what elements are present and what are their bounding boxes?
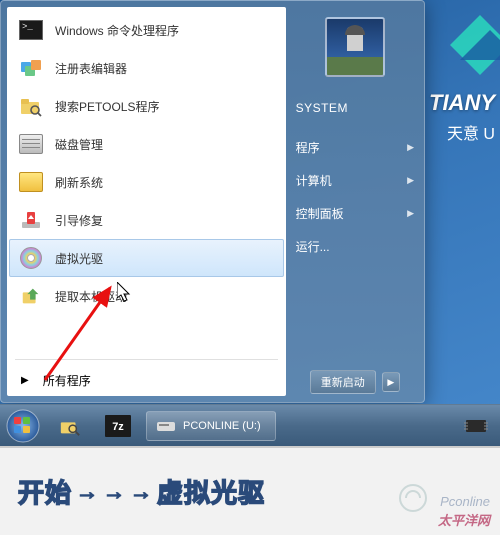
caption-arrow-icon: →	[76, 479, 99, 505]
menu-item-search-petools[interactable]: 搜索PETOOLS程序	[9, 87, 284, 125]
chevron-right-icon: ▶	[407, 175, 414, 186]
menu-item-extract-drivers[interactable]: 提取本机驱动	[9, 277, 284, 315]
menu-item-boot-repair[interactable]: 引导修复	[9, 201, 284, 239]
cmd-icon	[17, 16, 45, 44]
menu-item-cmd[interactable]: Windows 命令处理程序	[9, 11, 284, 49]
taskbar-search-icon[interactable]	[48, 411, 92, 441]
menu-item-label: 提取本机驱动	[55, 288, 127, 305]
link-programs[interactable]: 程序 ▶	[296, 131, 414, 164]
registry-icon	[17, 54, 45, 82]
decorative-triangles	[440, 5, 500, 85]
restart-options-button[interactable]: ▶	[382, 372, 400, 392]
link-run[interactable]: 运行...	[296, 230, 414, 263]
link-label: 运行...	[296, 238, 330, 255]
taskbar-task-pconline[interactable]: PCONLINE (U:)	[146, 411, 276, 441]
menu-item-label: Windows 命令处理程序	[55, 22, 179, 39]
restart-button[interactable]: 重新启动	[310, 370, 376, 394]
tray-chip-icon[interactable]	[462, 417, 490, 435]
menu-item-regedit[interactable]: 注册表编辑器	[9, 49, 284, 87]
extract-icon	[17, 282, 45, 310]
cd-icon	[17, 244, 45, 272]
caption-start: 开始	[18, 473, 72, 510]
triangle-right-icon: ▶	[21, 375, 29, 386]
disk-icon	[17, 130, 45, 158]
taskbar-7z-icon[interactable]: 7z	[96, 411, 140, 441]
menu-item-refresh-system[interactable]: 刷新系统	[9, 163, 284, 201]
separator	[15, 359, 278, 360]
all-programs-label: 所有程序	[43, 372, 91, 389]
menu-item-virtual-cd[interactable]: 虚拟光驱	[9, 239, 284, 277]
link-computer[interactable]: 计算机 ▶	[296, 164, 414, 197]
boot-repair-icon	[17, 206, 45, 234]
brand-subtitle: 天意 U	[447, 120, 495, 144]
svg-text:7z: 7z	[112, 421, 124, 433]
link-label: 计算机	[296, 172, 332, 189]
chevron-right-icon: ▶	[407, 208, 414, 219]
menu-item-disk-mgmt[interactable]: 磁盘管理	[9, 125, 284, 163]
user-picture[interactable]	[325, 17, 385, 77]
folder-icon	[17, 168, 45, 196]
menu-item-label: 刷新系统	[55, 174, 103, 191]
watermark-logo-icon	[398, 483, 428, 513]
link-label: 控制面板	[296, 205, 344, 222]
caption-bar: 开始 → → → 虚拟光驱 Pconline 太平洋网	[0, 446, 500, 535]
taskbar: 7z PCONLINE (U:)	[0, 404, 500, 446]
start-button[interactable]	[0, 405, 46, 447]
start-menu-left-pane: Windows 命令处理程序 注册表编辑器 搜索PETOOLS程序 磁	[7, 7, 286, 396]
system-label: SYSTEM	[296, 101, 414, 115]
link-control-panel[interactable]: 控制面板 ▶	[296, 197, 414, 230]
search-folder-icon	[17, 92, 45, 120]
watermark-top: Pconline	[440, 494, 490, 509]
menu-item-label: 引导修复	[55, 212, 103, 229]
chevron-right-icon: ▶	[407, 142, 414, 153]
brand-title: TIANY	[429, 90, 495, 116]
task-label: PCONLINE (U:)	[183, 420, 261, 432]
link-label: 程序	[296, 139, 320, 156]
menu-item-label: 磁盘管理	[55, 136, 103, 153]
caption-arrow-icon: →	[103, 479, 126, 505]
start-menu: Windows 命令处理程序 注册表编辑器 搜索PETOOLS程序 磁	[0, 0, 425, 403]
all-programs[interactable]: ▶ 所有程序	[7, 364, 286, 396]
caption-arrow-icon: →	[130, 479, 153, 505]
caption-target: 虚拟光驱	[157, 473, 265, 510]
menu-item-label: 注册表编辑器	[55, 60, 127, 77]
drive-icon	[157, 419, 175, 433]
menu-item-label: 搜索PETOOLS程序	[55, 98, 159, 115]
start-menu-right-pane: SYSTEM 程序 ▶ 计算机 ▶ 控制面板 ▶ 运行... 重新启动 ▶	[286, 1, 424, 402]
watermark-bottom: 太平洋网	[438, 510, 490, 529]
menu-item-label: 虚拟光驱	[55, 250, 103, 267]
